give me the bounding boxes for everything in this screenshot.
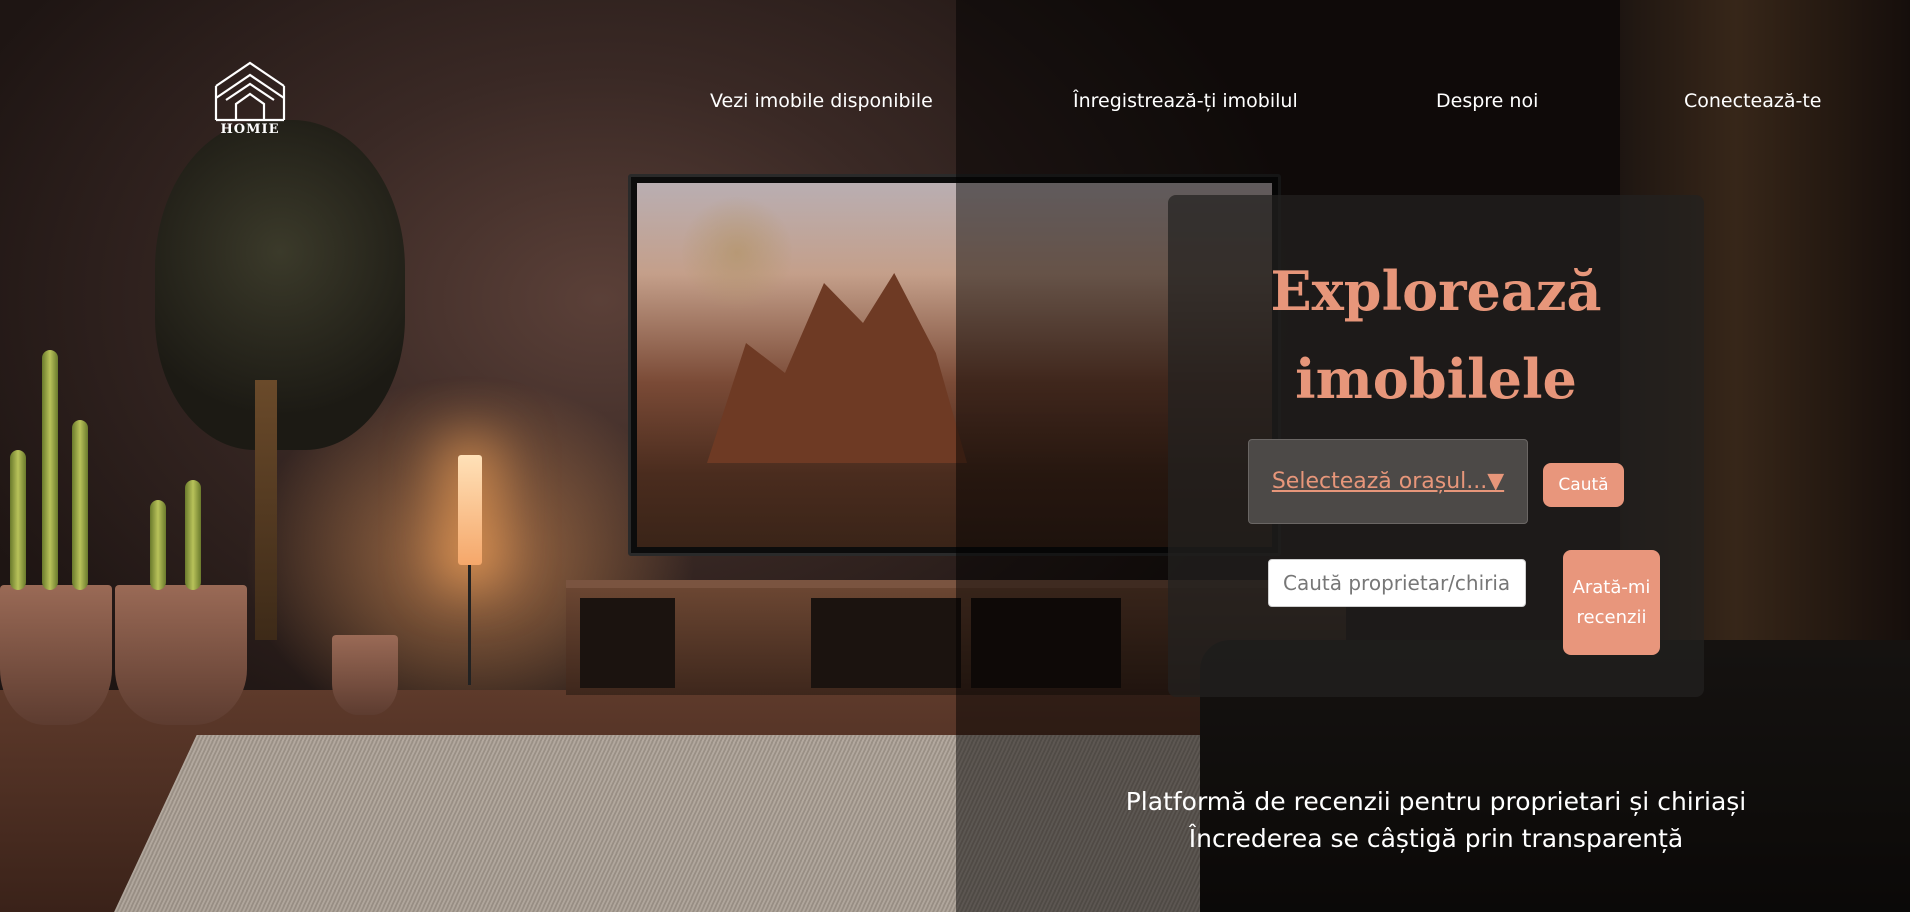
cactus bbox=[72, 420, 88, 590]
top-navigation: HOMIE Vezi imobile disponibile Înregistr… bbox=[0, 0, 1910, 150]
explore-title: Explorează imobilele bbox=[1168, 247, 1704, 423]
plant-pot bbox=[115, 585, 247, 725]
plant-pot bbox=[332, 635, 398, 715]
cactus bbox=[10, 450, 26, 590]
cactus bbox=[185, 480, 201, 590]
nav-link-available-properties[interactable]: Vezi imobile disponibile bbox=[710, 90, 933, 112]
tagline-line2: Încrederea se câștigă prin transparență bbox=[1188, 824, 1684, 853]
nav-link-about-us[interactable]: Despre noi bbox=[1436, 90, 1538, 112]
tree-plant bbox=[155, 120, 405, 450]
search-button[interactable]: Caută bbox=[1543, 463, 1624, 507]
explore-title-line2: imobilele bbox=[1295, 347, 1577, 411]
plant-pot bbox=[0, 585, 112, 725]
tv-tree bbox=[682, 193, 792, 313]
nav-link-login[interactable]: Conectează-te bbox=[1684, 90, 1821, 112]
nav-link-register-property[interactable]: Înregistrează-ți imobilul bbox=[1073, 90, 1298, 112]
lamp-stand bbox=[468, 565, 471, 685]
cabinet-shelf bbox=[580, 598, 675, 688]
cabinet-shelf bbox=[811, 598, 961, 688]
brand-logo[interactable]: HOMIE bbox=[212, 60, 288, 140]
owner-search-input[interactable] bbox=[1268, 559, 1526, 607]
tree-trunk bbox=[255, 380, 277, 640]
explore-title-line1: Explorează bbox=[1270, 259, 1602, 323]
cactus bbox=[42, 350, 58, 590]
logo-text: HOMIE bbox=[220, 122, 280, 137]
show-reviews-button[interactable]: Arată-mi recenzii bbox=[1563, 550, 1660, 655]
lamp-light bbox=[458, 455, 482, 565]
floor-lamp bbox=[456, 455, 486, 685]
house-logo-icon bbox=[214, 61, 286, 122]
city-select-dropdown[interactable]: Selectează orașul...▼ bbox=[1248, 439, 1528, 524]
cactus bbox=[150, 500, 166, 590]
tagline: Platformă de recenzii pentru proprietari… bbox=[1060, 783, 1812, 857]
tagline-line1: Platformă de recenzii pentru proprietari… bbox=[1125, 787, 1747, 816]
explore-panel: Explorează imobilele Selectează orașul..… bbox=[1168, 195, 1704, 697]
